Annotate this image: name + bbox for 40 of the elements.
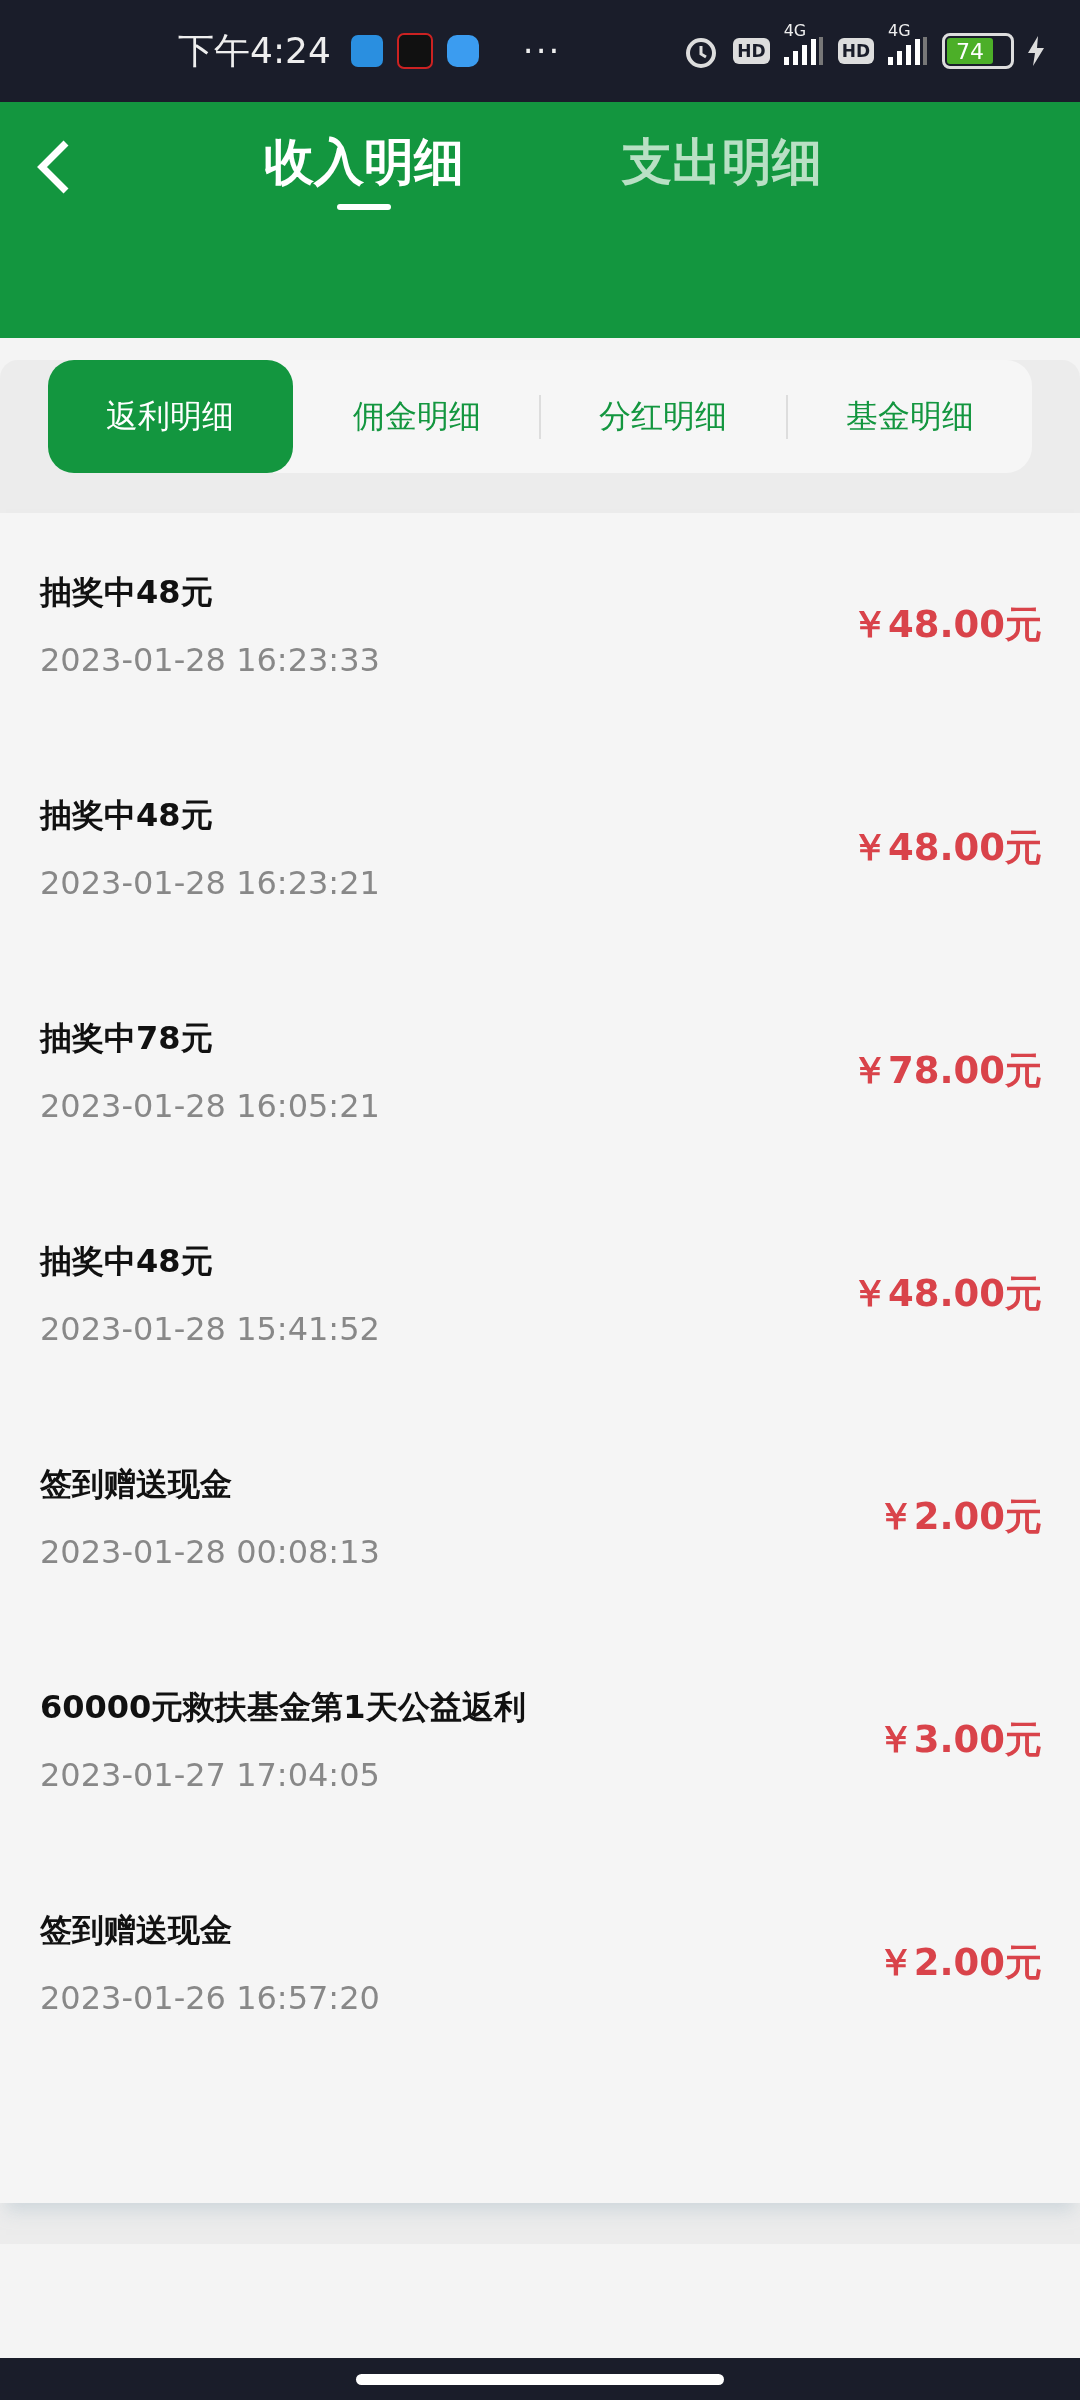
signal-icon <box>783 37 824 65</box>
app-icon <box>446 35 479 67</box>
more-notifications: ··· <box>522 31 562 71</box>
filter-tab[interactable]: 分红明细 <box>541 360 786 473</box>
record-title: 抽奖中48元 <box>40 1240 214 1282</box>
record-title: 签到赠送现金 <box>40 1463 233 1505</box>
record-title: 抽奖中48元 <box>40 571 214 613</box>
record-time: 2023-01-26 16:57:20 <box>40 1978 381 2017</box>
charging-icon <box>1028 36 1044 66</box>
home-indicator[interactable] <box>356 2373 724 2385</box>
record-title: 抽奖中78元 <box>40 1017 214 1059</box>
network-label: 4G <box>888 21 911 40</box>
record-title: 签到赠送现金 <box>40 1909 233 1951</box>
filter-tab[interactable]: 返利明细 <box>48 360 293 473</box>
clock-time: 下午4:24 <box>178 28 331 73</box>
hd-badge: HD <box>733 38 770 64</box>
record-amount: ￥3.00元 <box>876 1716 1042 1763</box>
record-time: 2023-01-27 17:04:05 <box>40 1755 381 1794</box>
record-title: 60000元救扶基金第1天公益返利 <box>40 1686 527 1728</box>
hd-badge: HD <box>837 38 874 64</box>
record-amount: ￥2.00元 <box>876 1493 1042 1540</box>
record-amount: ￥48.00元 <box>850 824 1042 871</box>
record-time: 2023-01-28 16:23:21 <box>40 863 381 902</box>
record-amount: ￥78.00元 <box>850 1047 1042 1094</box>
app-icon <box>396 33 433 69</box>
record-time: 2023-01-28 00:08:13 <box>40 1532 381 1571</box>
battery-indicator: 74 <box>942 33 1014 69</box>
record-title: 抽奖中48元 <box>40 794 214 836</box>
filter-tab[interactable]: 基金明细 <box>787 360 1032 473</box>
record-time: 2023-01-28 16:05:21 <box>40 1086 381 1125</box>
record-time: 2023-01-28 16:23:33 <box>40 640 381 679</box>
signal-icon <box>888 37 928 65</box>
record-amount: ￥2.00元 <box>876 1939 1042 1986</box>
header-tab[interactable]: 支出明细 <box>622 128 822 206</box>
record-time: 2023-01-28 15:41:52 <box>40 1309 381 1348</box>
record-amount: ￥48.00元 <box>850 1270 1042 1317</box>
app-icon <box>350 35 383 67</box>
network-label: 4G <box>783 21 807 40</box>
record-amount: ￥48.00元 <box>850 601 1042 648</box>
filter-tab[interactable]: 佣金明细 <box>294 360 539 473</box>
